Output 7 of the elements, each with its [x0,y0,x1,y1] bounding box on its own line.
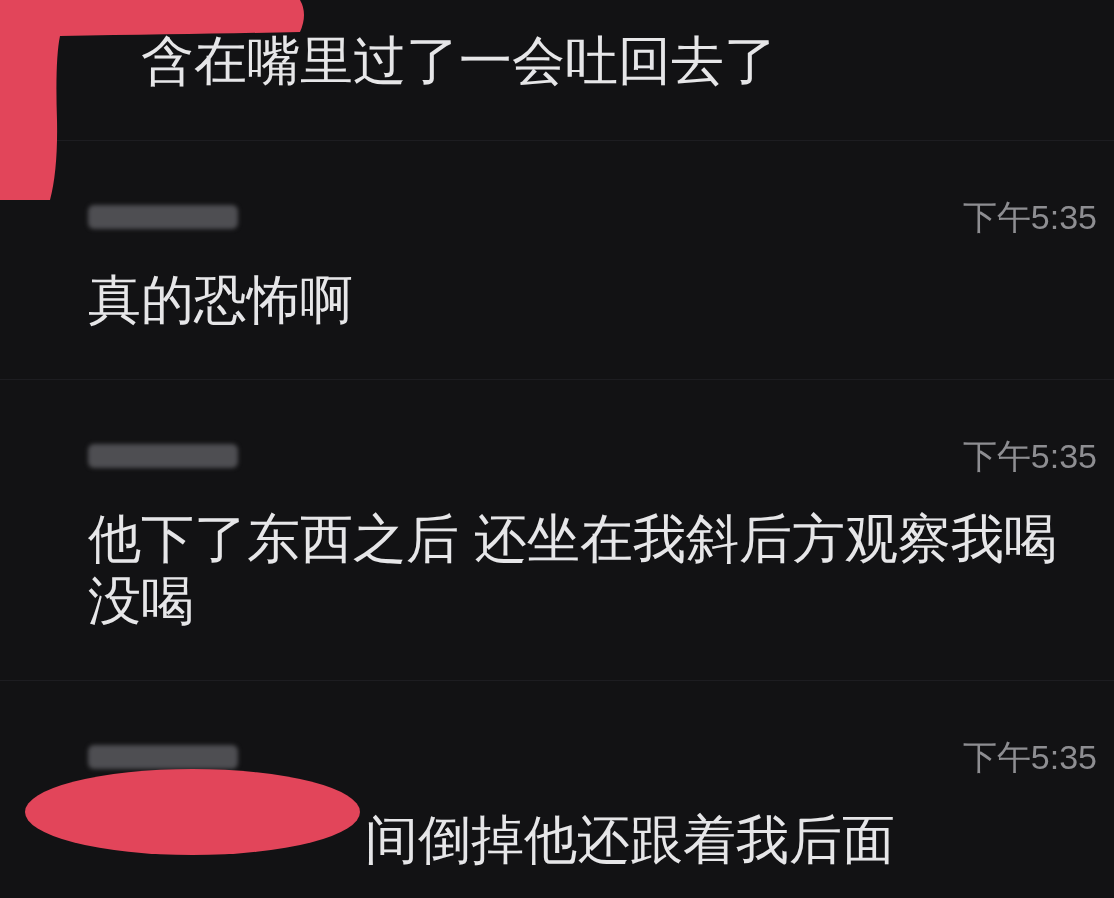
message-time: 下午5:35 [962,197,1097,237]
message-text: 间倒掉他还跟着我后面 [365,810,895,869]
message-text: 他下了东西之后 还坐在我斜后方观察我喝没喝 [88,509,1057,630]
message-time: 下午5:35 [962,436,1097,476]
message-time: 下午5:35 [962,737,1097,777]
message-text: 真的恐怖啊 [88,270,353,329]
message-text: 含在嘴里过了一会吐回去了 [141,31,777,90]
